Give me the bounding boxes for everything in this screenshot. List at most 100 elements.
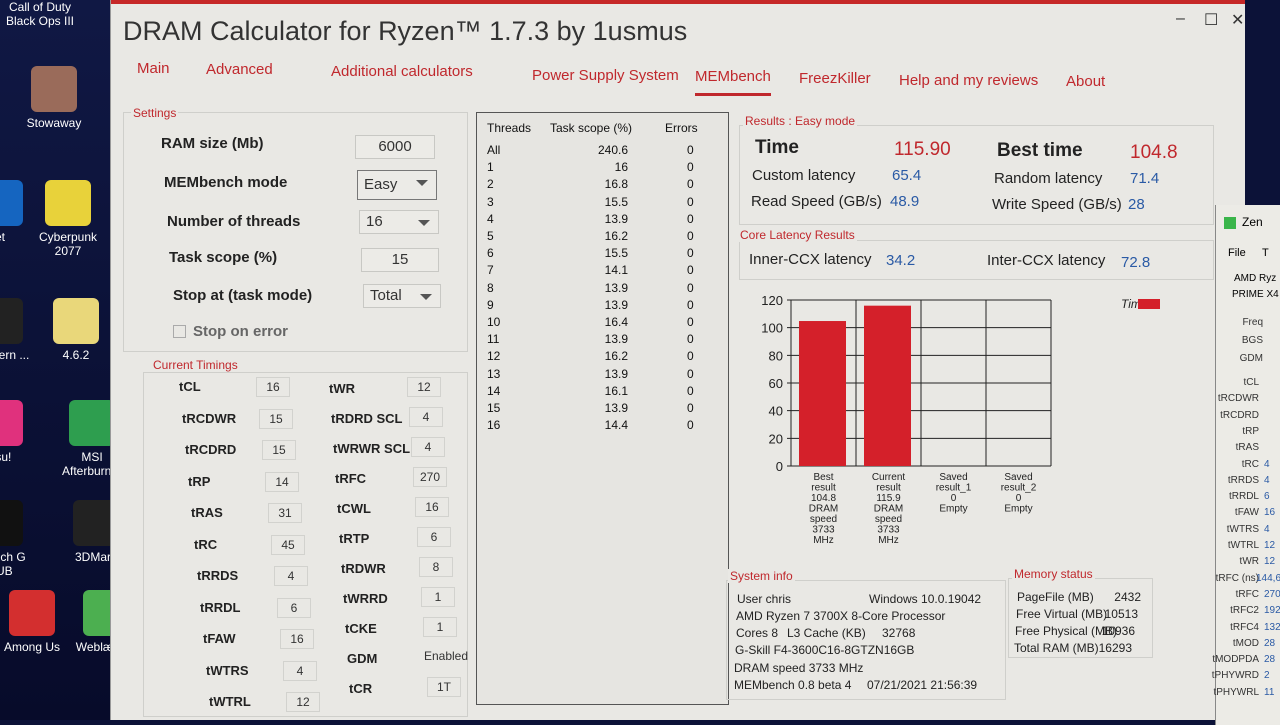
- tab-additional-calculators[interactable]: Additional calculators: [331, 63, 473, 80]
- desktop-icon[interactable]: 4.6.2: [36, 298, 116, 362]
- desktop-icon[interactable]: Duty ern ...: [0, 298, 40, 362]
- zen-label: tCL: [1243, 377, 1259, 388]
- timing-label: tCKE: [345, 621, 377, 636]
- desktop-icon-label: Cyberpunk 2077: [38, 230, 98, 258]
- desktop-icon-label: Stowaway: [26, 116, 82, 130]
- desktop-icon-label: ogitech G HUB: [0, 550, 26, 578]
- errors: 0: [687, 143, 694, 157]
- stop-on-error-checkbox[interactable]: [173, 325, 186, 338]
- sysinfo-l3-label: L3 Cache (KB): [787, 626, 866, 640]
- timing-label: GDM: [347, 651, 378, 666]
- write-speed-value: 28: [1128, 196, 1145, 213]
- zen-label: tPHYWRD: [1211, 670, 1259, 682]
- zen-label: tRFC: [1235, 588, 1259, 600]
- scope-input[interactable]: 15: [361, 248, 439, 272]
- memory-label: Free Virtual (MB): [1016, 607, 1108, 621]
- thread-id: 6: [487, 246, 494, 261]
- task-scope: 16.8: [604, 177, 628, 192]
- table-row: 9 13.9 0: [477, 298, 728, 315]
- tab-help-and-my-reviews[interactable]: Help and my reviews: [899, 72, 1038, 89]
- timing-value: 16: [280, 629, 314, 649]
- tab-freezkiller[interactable]: FreezKiller: [799, 70, 871, 87]
- zentimings-window: Zen File T AMD Ryz PRIME X4 Freq BGS GDM tC…: [1211, 205, 1280, 725]
- inter-ccx-value: 72.8: [1121, 254, 1151, 271]
- x-tick-label: Current: [872, 472, 906, 483]
- thread-id: 13: [487, 366, 501, 381]
- task-scope: 13.9: [604, 211, 628, 226]
- random-latency-value: 71.4: [1130, 170, 1160, 187]
- zen-label: tRRDL: [1228, 491, 1259, 503]
- timing-label: tRCDRD: [185, 442, 237, 457]
- desktop-icon-label: Among Us: [3, 640, 61, 654]
- timing-value: 16: [256, 377, 290, 397]
- zen-label: tWTRL: [1227, 540, 1259, 551]
- tab-bar: Main Advanced Additional calculators Power …: [111, 58, 1245, 98]
- zen-value: 16: [1264, 507, 1276, 519]
- x-tick-label: Empty: [939, 504, 967, 515]
- desktop-icon[interactable]: osu!: [0, 400, 40, 464]
- desktop-icon[interactable]: Stowaway: [14, 66, 94, 130]
- errors: 0: [687, 401, 694, 415]
- timing-label: tRCDWR: [182, 410, 237, 426]
- zen-label: BGS: [1241, 335, 1263, 346]
- custom-latency-value: 65.4: [892, 167, 922, 184]
- table-row: 6 15.5 0: [477, 246, 728, 263]
- thread-id: 2: [487, 177, 494, 192]
- desktop-icon[interactable]: Cyberpunk 2077: [28, 180, 108, 258]
- app-icon: [53, 298, 99, 344]
- y-tick-label: 60: [769, 376, 783, 391]
- col-errors: Errors: [665, 121, 698, 135]
- zen-value: 12: [1264, 540, 1276, 551]
- best-time-value: 104.8: [1130, 142, 1178, 163]
- mode-select[interactable]: Easy: [357, 170, 437, 200]
- x-tick-label: DRAM: [874, 504, 903, 515]
- x-tick-label: MHz: [813, 535, 834, 546]
- table-row: 1 16 0: [477, 160, 728, 177]
- tab-advanced[interactable]: Advanced: [206, 61, 273, 78]
- y-tick-label: 100: [761, 321, 783, 336]
- desktop-icon[interactable]: ogitech G HUB: [0, 500, 40, 578]
- tab-about[interactable]: About: [1066, 73, 1105, 90]
- tab-main[interactable]: Main: [137, 60, 170, 77]
- app-icon: [0, 500, 23, 546]
- errors: 0: [687, 194, 694, 209]
- read-speed-value: 48.9: [890, 193, 920, 210]
- timing-value: 14: [265, 471, 299, 492]
- best-time-label: Best time: [997, 140, 1083, 161]
- tab-power-supply-system[interactable]: Power Supply System: [532, 67, 679, 84]
- timing-value: 31: [268, 503, 302, 523]
- errors: 0: [687, 177, 694, 192]
- tab-membench[interactable]: MEMbench: [695, 68, 771, 96]
- timing-label: tRFC: [335, 471, 367, 486]
- stop-select[interactable]: Total: [363, 284, 441, 308]
- zen-menu-tools[interactable]: T: [1262, 247, 1269, 259]
- x-tick-label: Empty: [1004, 504, 1032, 515]
- zen-menu-file[interactable]: File: [1228, 247, 1246, 259]
- errors: 0: [687, 297, 694, 312]
- timing-value: 45: [271, 534, 305, 555]
- table-row: 14 16.1 0: [477, 384, 728, 401]
- ram-size-input[interactable]: 6000: [355, 135, 435, 159]
- table-row: 3 15.5 0: [477, 195, 728, 212]
- timing-value: Enabled: [423, 649, 469, 663]
- task-scope: 13.9: [604, 297, 628, 312]
- x-tick-label: Saved: [1004, 472, 1032, 483]
- desktop-icon[interactable]: Call of Duty Black Ops III: [0, 0, 80, 28]
- errors: 0: [687, 366, 694, 381]
- zen-label: tRFC2: [1230, 605, 1259, 617]
- timing-value: 6: [277, 597, 311, 618]
- desktop-icon-label: Duty ern ...: [0, 348, 30, 362]
- threads-select[interactable]: 16: [359, 210, 439, 234]
- x-tick-label: 0: [1016, 493, 1022, 504]
- desktop-icon[interactable]: Among Us: [0, 590, 72, 654]
- thread-id: 5: [487, 229, 494, 243]
- scope-label: Task scope (%): [169, 249, 278, 266]
- x-tick-label: MHz: [878, 535, 899, 546]
- close-icon[interactable]: ✕: [1231, 10, 1244, 30]
- minimize-icon[interactable]: –: [1176, 10, 1185, 28]
- zen-label: tMODPDA: [1212, 654, 1259, 666]
- maximize-icon[interactable]: ☐: [1204, 10, 1218, 30]
- y-tick-label: 40: [769, 404, 783, 419]
- timing-label: tRAS: [191, 505, 223, 520]
- timing-label: tRDRD SCL: [331, 411, 403, 426]
